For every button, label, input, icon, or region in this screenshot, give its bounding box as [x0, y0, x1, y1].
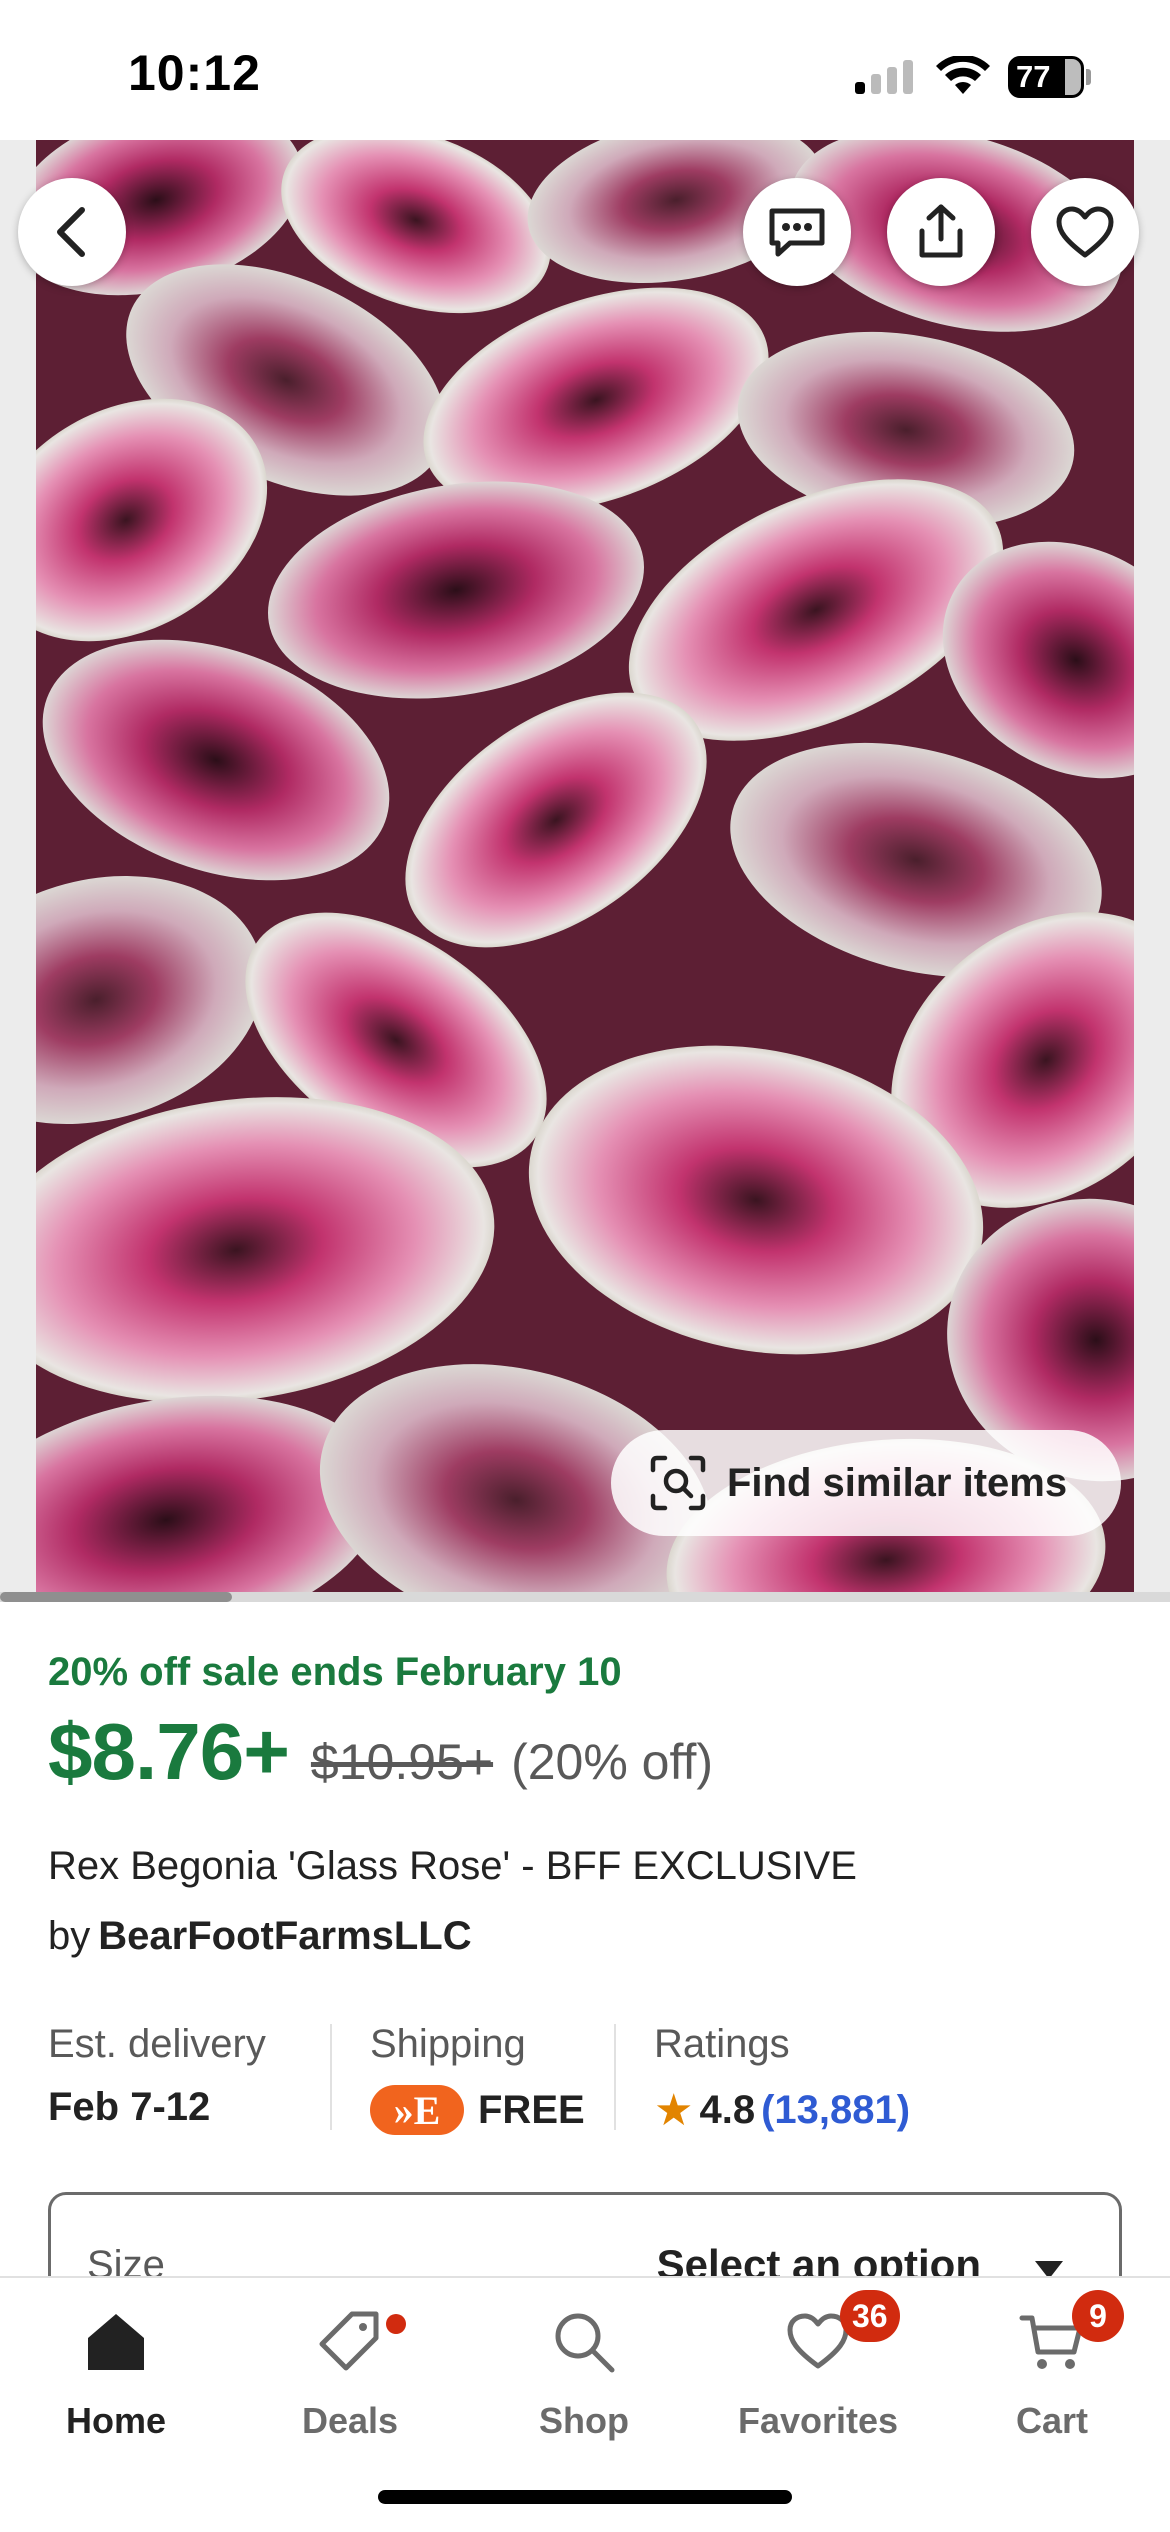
find-similar-button[interactable]: Find similar items	[611, 1430, 1121, 1536]
deals-notification-dot	[386, 2314, 406, 2334]
message-icon	[769, 208, 825, 257]
status-time: 10:12	[128, 45, 261, 101]
shipping-info: Shipping »E FREE	[370, 2022, 585, 2135]
rating-count-link[interactable]: (13,881)	[761, 2088, 910, 2133]
star-icon: ★	[654, 2086, 694, 2135]
chevron-left-icon	[57, 207, 85, 257]
shop-row: by BearFootFarmsLLC	[48, 1914, 472, 1959]
favorite-button[interactable]	[1031, 178, 1139, 286]
favorites-count-badge: 36	[840, 2290, 900, 2342]
tab-deals[interactable]: Deals	[250, 2298, 450, 2458]
tab-shop-label: Shop	[539, 2400, 629, 2441]
shop-name-link[interactable]: BearFootFarmsLLC	[98, 1914, 471, 1958]
ratings-info[interactable]: Ratings ★ 4.8 (13,881)	[654, 2022, 910, 2136]
tab-cart-label: Cart	[1015, 2400, 1089, 2441]
sale-banner: 20% off sale ends February 10	[48, 1650, 622, 1694]
wifi-icon	[936, 56, 990, 94]
share-button[interactable]	[887, 178, 995, 286]
delivery-value: Feb 7-12	[48, 2085, 211, 2129]
battery-level: 77	[1016, 59, 1051, 94]
cart-count-badge: 9	[1072, 2290, 1124, 2342]
carousel-scroll-thumb	[0, 1592, 232, 1602]
rating-value: 4.8	[699, 2088, 756, 2132]
divider	[330, 2024, 332, 2130]
shop-prefix: by	[48, 1914, 91, 1958]
search-icon	[555, 2313, 615, 2373]
tab-deals-label: Deals	[301, 2400, 399, 2441]
current-price: $8.76+	[48, 1707, 290, 1796]
tab-shop[interactable]: Shop	[484, 2298, 684, 2458]
discount-percentage: (20% off)	[511, 1734, 714, 1790]
ratings-label: Ratings	[654, 2022, 790, 2066]
shipping-value: FREE	[478, 2087, 585, 2132]
tab-cart[interactable]: 9 Cart	[952, 2290, 1152, 2458]
message-seller-button[interactable]	[743, 178, 851, 286]
tab-home-label: Home	[65, 2400, 167, 2441]
carousel-scroll-indicator	[0, 1592, 1170, 1602]
product-photo	[36, 140, 1134, 1602]
cellular-signal-icon	[855, 60, 915, 94]
original-price: $10.95+	[310, 1734, 494, 1790]
battery-icon: 77	[1008, 56, 1091, 98]
tab-favorites[interactable]: 36 Favorites	[718, 2290, 918, 2458]
heart-icon	[1056, 206, 1114, 258]
product-title: Rex Begonia 'Glass Rose' - BFF EXCLUSIVE	[48, 1844, 857, 1888]
tab-favorites-label: Favorites	[737, 2400, 899, 2441]
visual-search-icon	[650, 1455, 706, 1511]
bottom-tab-bar: Home Deals Shop 36 Favorites 9 Cart	[0, 2276, 1170, 2532]
product-image-carousel[interactable]: Find similar items	[0, 140, 1170, 1602]
status-bar: 10:12 77	[0, 0, 1170, 140]
delivery-info: Est. delivery Feb 7-12	[48, 2022, 266, 2130]
find-similar-label: Find similar items	[727, 1460, 1068, 1505]
etsy-badge-icon: »E	[370, 2085, 464, 2135]
price-row: $8.76+ $10.95+ (20% off)	[48, 1706, 713, 1798]
divider	[614, 2024, 616, 2130]
back-button[interactable]	[18, 178, 126, 286]
home-indicator	[378, 2490, 792, 2504]
tab-home[interactable]: Home	[16, 2298, 216, 2458]
ratings-value-row[interactable]: ★ 4.8 (13,881)	[654, 2085, 910, 2136]
share-icon	[919, 204, 963, 258]
delivery-label: Est. delivery	[48, 2022, 266, 2066]
tag-icon	[319, 2311, 379, 2371]
shipping-label: Shipping	[370, 2022, 526, 2066]
shipping-value-row: »E FREE	[370, 2085, 585, 2135]
home-icon	[88, 2314, 144, 2370]
